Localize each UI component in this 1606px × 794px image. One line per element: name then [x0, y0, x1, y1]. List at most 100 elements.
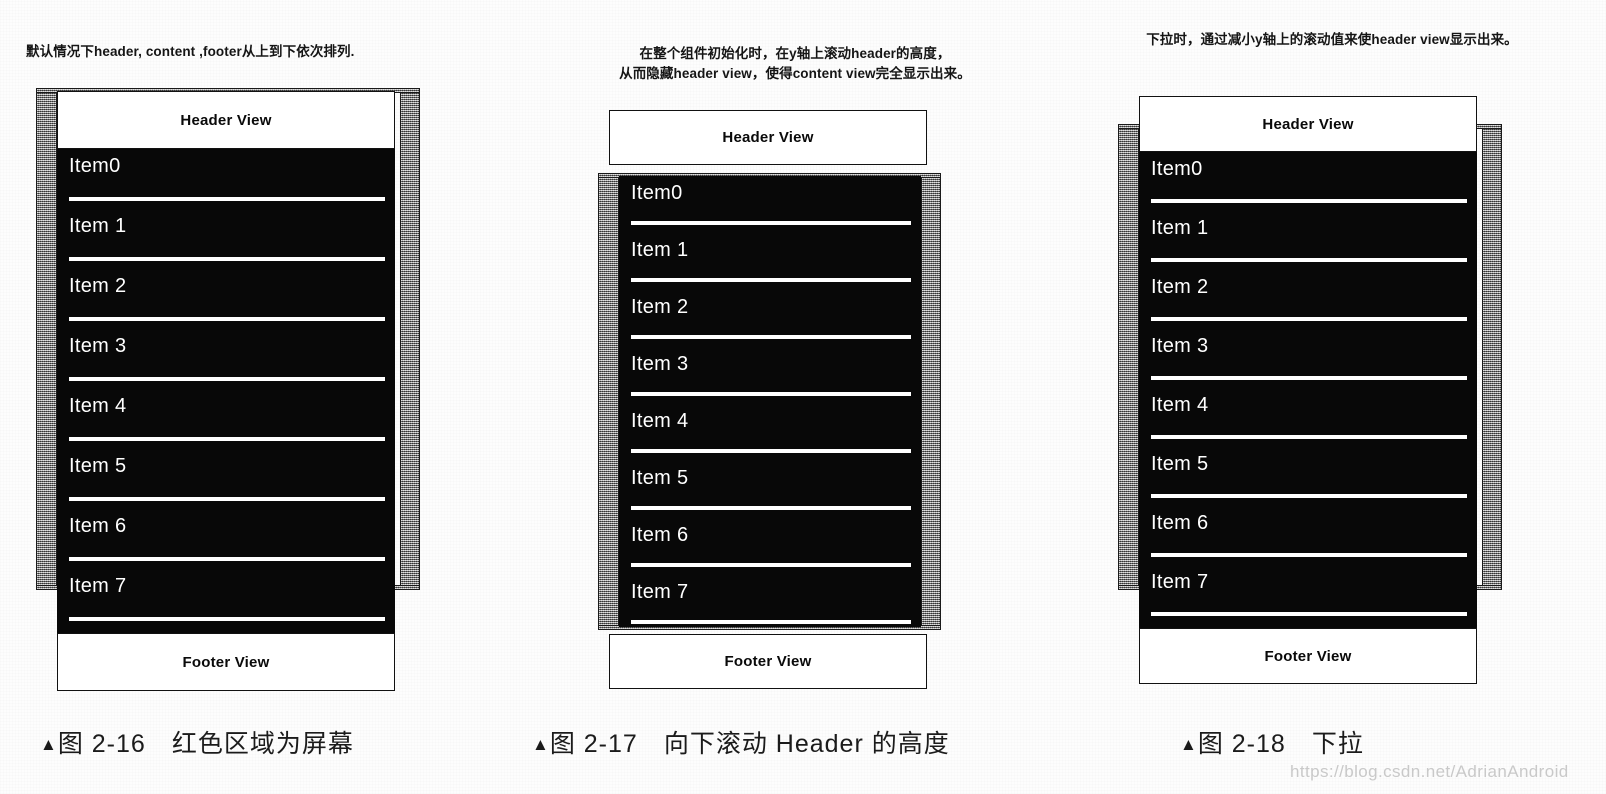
- list-item-label: Item 2: [69, 275, 127, 297]
- list-item-label: Item 4: [1151, 394, 1209, 416]
- list-item-label: Item 6: [69, 515, 127, 537]
- list-item[interactable]: Item 6: [1139, 506, 1477, 565]
- list-item-label: Item 3: [1151, 335, 1209, 357]
- list-item-label: Item 3: [69, 335, 127, 357]
- list-item[interactable]: Item 4: [619, 404, 921, 461]
- list-item[interactable]: Item 3: [1139, 329, 1477, 388]
- diagram-stage: Header View Item0 Item 1 Item 2 Item 3 Item …: [36, 88, 436, 691]
- content-view-list[interactable]: Item0 Item 1 Item 2 Item 3 Item 4 Item 5 Item …: [57, 149, 395, 638]
- figure-panel-default: 默认情况下header, content ,footer从上到下依次排列. He…: [0, 0, 520, 794]
- screen-frame-right-band: [400, 88, 420, 590]
- caption-triangle-icon: ▲: [532, 735, 550, 754]
- list-item-divider: [631, 506, 911, 510]
- list-item[interactable]: Item 1: [619, 233, 921, 290]
- list-item-label: Item 6: [1151, 512, 1209, 534]
- list-item[interactable]: Item 6: [57, 509, 395, 569]
- list-item[interactable]: Item 3: [57, 329, 395, 389]
- list-item-label: Item 7: [69, 575, 127, 597]
- list-item[interactable]: Item 5: [1139, 447, 1477, 506]
- list-item-label: Item 2: [1151, 276, 1209, 298]
- list-item[interactable]: Item0: [619, 176, 921, 233]
- caption-figure-number: 图 2-17: [549, 730, 638, 758]
- list-item[interactable]: Item 7: [57, 569, 395, 629]
- list-item[interactable]: Item 2: [619, 290, 921, 347]
- screen-frame-right-band: [921, 173, 941, 630]
- list-item[interactable]: Item 4: [1139, 388, 1477, 447]
- list-item-divider: [1151, 435, 1467, 439]
- list-item-label: Item 4: [69, 395, 127, 417]
- list-item-label: Item 6: [631, 524, 689, 546]
- list-item[interactable]: Item 7: [1139, 565, 1477, 624]
- list-item-label: Item 4: [631, 410, 689, 432]
- list-item-label: Item0: [631, 182, 683, 204]
- header-view-bar[interactable]: Header View: [609, 110, 927, 165]
- list-item-divider: [69, 257, 385, 261]
- caption-gap: [1286, 730, 1312, 758]
- panel-annotation-note: 在整个组件初始化时，在y轴上滚动header的高度， 从而隐藏header vi…: [619, 46, 971, 81]
- list-item[interactable]: Item 2: [57, 269, 395, 329]
- footer-view-bar[interactable]: Footer View: [57, 633, 395, 691]
- list-item-label: Item0: [69, 155, 121, 177]
- list-item-divider: [69, 557, 385, 561]
- list-item-divider: [1151, 376, 1467, 380]
- list-item[interactable]: Item 1: [1139, 211, 1477, 270]
- screen-frame-left-band: [1118, 124, 1139, 590]
- list-item-divider: [1151, 612, 1467, 616]
- list-item[interactable]: Item 6: [619, 518, 921, 575]
- list-item-divider: [631, 392, 911, 396]
- list-item-label: Item 2: [631, 296, 689, 318]
- figure-caption: ▲图 2-18 下拉: [1180, 724, 1364, 760]
- list-item-divider: [631, 335, 911, 339]
- list-item-label: Item 1: [631, 239, 689, 261]
- screen-frame-left-band: [598, 173, 619, 630]
- content-view-list[interactable]: Item0 Item 1 Item 2 Item 3 Item 4 Item 5 Item …: [619, 176, 921, 627]
- list-item[interactable]: Item 1: [57, 209, 395, 269]
- list-item-divider: [1151, 317, 1467, 321]
- list-item-divider: [69, 377, 385, 381]
- figure-panel-header-hidden: 在整个组件初始化时，在y轴上滚动header的高度， 从而隐藏header vi…: [520, 0, 1060, 794]
- footer-view-label: Footer View: [182, 653, 270, 671]
- list-item[interactable]: Item 3: [619, 347, 921, 404]
- list-item-divider: [631, 221, 911, 225]
- footer-view-label: Footer View: [724, 653, 812, 670]
- list-item[interactable]: Item 2: [1139, 270, 1477, 329]
- caption-text: 下拉: [1311, 730, 1364, 758]
- list-item-label: Item0: [1151, 158, 1203, 180]
- figure-caption: ▲图 2-17 向下滚动 Header 的高度: [532, 724, 950, 760]
- list-item-divider: [1151, 553, 1467, 557]
- list-item-label: Item 7: [1151, 571, 1209, 593]
- list-item-divider: [631, 620, 911, 624]
- caption-gap: [638, 730, 664, 758]
- content-view-list[interactable]: Item0 Item 1 Item 2 Item 3 Item 4 Item 5 Item …: [1139, 152, 1477, 633]
- list-item-divider: [69, 617, 385, 621]
- watermark-text: https://blog.csdn.net/AdrianAndroid: [1290, 762, 1569, 781]
- list-item[interactable]: Item 5: [57, 449, 395, 509]
- list-item-divider: [69, 197, 385, 201]
- header-view-bar[interactable]: Header View: [57, 91, 395, 149]
- list-item-divider: [1151, 494, 1467, 498]
- diagram-stage: Header View Item0 Item 1 Item 2 Item 3 Item …: [598, 104, 978, 689]
- list-item-divider: [69, 437, 385, 441]
- footer-view-bar[interactable]: Footer View: [609, 634, 927, 689]
- list-item[interactable]: Item 5: [619, 461, 921, 518]
- header-view-label: Header View: [722, 129, 814, 146]
- caption-triangle-icon: ▲: [40, 735, 58, 754]
- list-item-divider: [69, 317, 385, 321]
- list-item-label: Item 5: [631, 467, 689, 489]
- list-item[interactable]: Item 4: [57, 389, 395, 449]
- list-item-label: Item 3: [631, 353, 689, 375]
- caption-figure-number: 图 2-16: [57, 730, 146, 758]
- header-view-label: Header View: [1262, 115, 1354, 133]
- list-item-label: Item 1: [1151, 217, 1209, 239]
- caption-text: 红色区域为屏幕: [171, 730, 354, 758]
- figure-page: 默认情况下header, content ,footer从上到下依次排列. He…: [0, 0, 1606, 794]
- list-item[interactable]: Item0: [1139, 152, 1477, 211]
- screen-frame-right-band: [1482, 124, 1502, 590]
- list-item[interactable]: Item0: [57, 149, 395, 209]
- list-item[interactable]: Item 7: [619, 575, 921, 627]
- footer-view-bar[interactable]: Footer View: [1139, 628, 1477, 684]
- list-item-divider: [631, 449, 911, 453]
- list-item-divider: [631, 563, 911, 567]
- footer-view-label: Footer View: [1264, 647, 1352, 665]
- header-view-bar[interactable]: Header View: [1139, 96, 1477, 152]
